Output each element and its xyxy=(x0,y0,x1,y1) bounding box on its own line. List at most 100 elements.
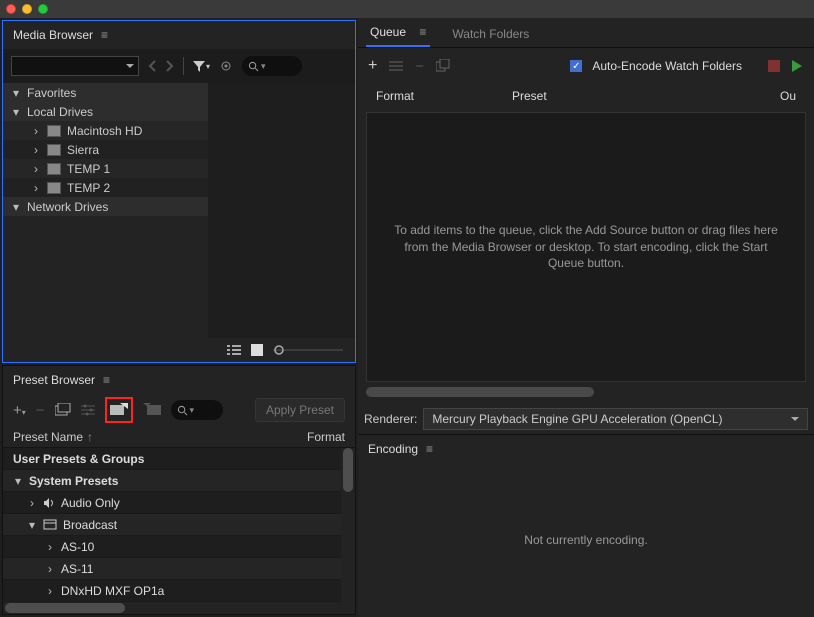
col-format: Format xyxy=(376,89,512,103)
queue-columns: Format Preset Ou xyxy=(358,84,814,108)
stop-queue-icon[interactable] xyxy=(768,60,780,72)
minimize-window-button[interactable] xyxy=(22,4,32,14)
filter-icon[interactable]: ▾ xyxy=(192,59,210,73)
renderer-label: Renderer: xyxy=(364,412,417,426)
nav-back-icon[interactable] xyxy=(147,60,159,72)
col-preset-name[interactable]: Preset Name xyxy=(13,430,83,444)
preset-row-as11[interactable]: › AS-11 xyxy=(3,558,355,580)
preset-browser-header: Preset Browser ≡ xyxy=(3,366,355,394)
broadcast-icon xyxy=(43,519,57,530)
tree-item[interactable]: › TEMP 2 xyxy=(3,178,208,197)
col-format[interactable]: Format xyxy=(307,430,345,444)
media-browser-toolbar: ▾ ▾ xyxy=(3,49,355,83)
queue-settings-icon[interactable] xyxy=(389,60,403,72)
tree-item[interactable]: › TEMP 1 xyxy=(3,159,208,178)
chevron-right-icon: › xyxy=(31,162,41,176)
panel-menu-icon[interactable]: ≡ xyxy=(419,25,426,39)
ingest-icon[interactable] xyxy=(218,60,234,72)
apply-preset-button[interactable]: Apply Preset xyxy=(255,398,345,422)
media-browser-path-select[interactable] xyxy=(11,56,139,76)
encoding-status: Not currently encoding. xyxy=(524,533,647,547)
preset-row-audio[interactable]: › Audio Only xyxy=(3,492,355,514)
tree-favorites[interactable]: ▾ Favorites xyxy=(3,83,208,102)
auto-encode-checkbox[interactable]: ✓ xyxy=(570,60,582,72)
preset-row-as10[interactable]: › AS-10 xyxy=(3,536,355,558)
zoom-slider[interactable] xyxy=(273,344,343,356)
queue-tabs: Queue ≡ Watch Folders xyxy=(358,18,814,48)
media-browser-panel: Media Browser ≡ ▾ xyxy=(2,20,356,363)
chevron-down-icon: ▾ xyxy=(27,518,37,532)
preset-row-broadcast[interactable]: ▾ Broadcast xyxy=(3,514,355,536)
window-titlebar xyxy=(0,0,814,18)
chevron-down-icon xyxy=(791,415,799,423)
media-browser-tree: ▾ Favorites ▾ Local Drives › Macintosh H… xyxy=(3,83,208,338)
media-browser-header: Media Browser ≡ xyxy=(3,21,355,49)
queue-drop-area[interactable]: To add items to the queue, click the Add… xyxy=(366,112,806,382)
preset-row-system[interactable]: ▾ System Presets xyxy=(3,470,355,492)
preset-column-headers: Preset Name ↑ Format xyxy=(3,426,355,448)
media-browser-title: Media Browser xyxy=(13,28,93,42)
preset-browser-panel: Preset Browser ≡ +▾ − xyxy=(2,365,356,615)
renderer-row: Renderer: Mercury Playback Engine GPU Ac… xyxy=(358,404,814,434)
zoom-window-button[interactable] xyxy=(38,4,48,14)
preset-row-user[interactable]: User Presets & Groups xyxy=(3,448,355,470)
tree-local-drives[interactable]: ▾ Local Drives xyxy=(3,102,208,121)
preset-list: User Presets & Groups ▾ System Presets ›… xyxy=(3,448,355,602)
preset-settings-icon[interactable] xyxy=(81,404,95,416)
drive-icon xyxy=(47,182,61,194)
start-queue-icon[interactable] xyxy=(790,59,804,73)
scroll-thumb[interactable] xyxy=(343,448,353,492)
chevron-down-icon: ▾ xyxy=(11,86,21,100)
queue-toolbar: + − ✓ Auto-Encode Watch Folders xyxy=(358,48,814,84)
tree-network-drives[interactable]: ▾ Network Drives xyxy=(3,197,208,216)
duplicate-icon[interactable] xyxy=(436,59,450,73)
panel-menu-icon[interactable]: ≡ xyxy=(426,442,433,456)
chevron-right-icon: › xyxy=(45,540,55,554)
col-output: Ou xyxy=(780,89,796,103)
preset-scrollbar-v[interactable] xyxy=(341,448,355,602)
media-search-input[interactable]: ▾ xyxy=(242,56,302,76)
tab-watch-folders[interactable]: Watch Folders xyxy=(448,21,533,47)
preset-browser-title: Preset Browser xyxy=(13,373,95,387)
nav-forward-icon[interactable] xyxy=(163,60,175,72)
speaker-icon xyxy=(43,497,55,509)
thumbnail-view-icon[interactable] xyxy=(251,344,263,356)
close-window-button[interactable] xyxy=(6,4,16,14)
drive-icon xyxy=(47,144,61,156)
panel-menu-icon[interactable]: ≡ xyxy=(101,28,108,42)
media-browser-content xyxy=(208,83,355,338)
add-preset-icon[interactable]: +▾ xyxy=(13,402,26,419)
scroll-thumb[interactable] xyxy=(366,387,594,397)
panel-menu-icon[interactable]: ≡ xyxy=(103,373,110,387)
preset-row-dnxhd[interactable]: › DNxHD MXF OP1a xyxy=(3,580,355,602)
chevron-right-icon: › xyxy=(31,124,41,138)
chevron-right-icon: › xyxy=(45,562,55,576)
chevron-down-icon: ▾ xyxy=(13,474,23,488)
queue-empty-text: To add items to the queue, click the Add… xyxy=(391,222,781,272)
auto-encode-label: Auto-Encode Watch Folders xyxy=(592,59,742,73)
chevron-right-icon: › xyxy=(31,181,41,195)
add-source-icon[interactable]: + xyxy=(368,57,377,75)
list-view-icon[interactable] xyxy=(227,344,241,356)
export-preset-icon[interactable] xyxy=(143,403,161,417)
tree-item[interactable]: › Macintosh HD xyxy=(3,121,208,140)
media-browser-footer xyxy=(3,338,355,362)
import-preset-icon[interactable] xyxy=(105,397,133,423)
remove-preset-icon[interactable]: − xyxy=(36,402,45,419)
chevron-right-icon: › xyxy=(27,496,37,510)
chevron-down-icon: ▾ xyxy=(11,105,21,119)
new-group-icon[interactable] xyxy=(55,403,71,417)
encoding-title: Encoding xyxy=(368,442,418,456)
chevron-right-icon: › xyxy=(31,143,41,157)
chevron-down-icon: ▾ xyxy=(11,200,21,214)
scroll-thumb[interactable] xyxy=(5,603,125,613)
encoding-panel: Encoding ≡ Not currently encoding. xyxy=(358,434,814,617)
queue-scrollbar-h[interactable] xyxy=(366,386,806,398)
renderer-select[interactable]: Mercury Playback Engine GPU Acceleration… xyxy=(423,408,808,430)
preset-scrollbar-h[interactable] xyxy=(3,602,355,614)
tree-item[interactable]: › Sierra xyxy=(3,140,208,159)
preset-search-input[interactable]: ▾ xyxy=(171,400,223,420)
tab-queue[interactable]: Queue ≡ xyxy=(366,19,430,47)
remove-icon[interactable]: − xyxy=(415,58,424,75)
drive-icon xyxy=(47,125,61,137)
